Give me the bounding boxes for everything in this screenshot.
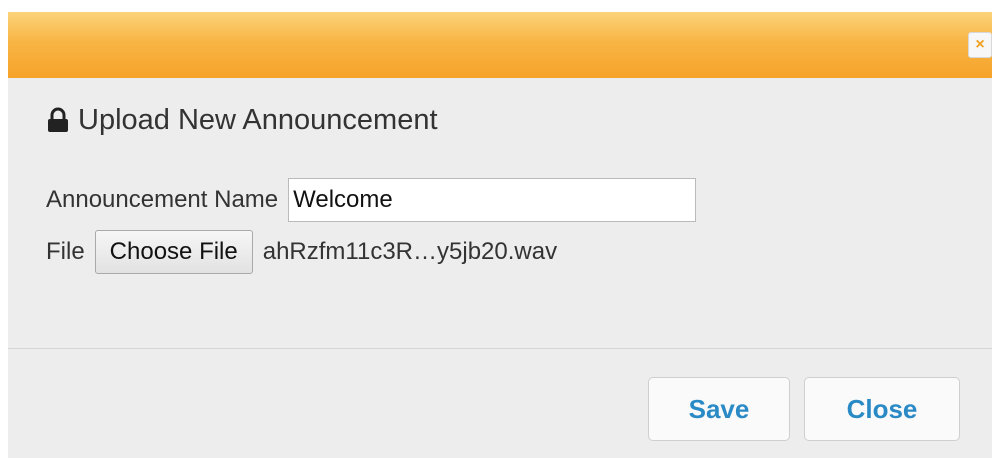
footer-divider xyxy=(8,348,992,349)
dialog-titlebar: × xyxy=(8,12,992,78)
announcement-name-input[interactable] xyxy=(288,178,697,222)
announcement-name-label: Announcement Name xyxy=(46,186,279,213)
dialog-close-icon[interactable]: × xyxy=(968,32,992,58)
upload-announcement-dialog: × Upload New Announcement Announcement N… xyxy=(8,12,992,458)
lock-icon xyxy=(48,107,68,132)
dialog-heading: Upload New Announcement xyxy=(46,98,438,142)
dialog-title: Upload New Announcement xyxy=(78,103,438,136)
choose-file-button[interactable]: Choose File xyxy=(94,230,253,274)
close-button[interactable]: Close xyxy=(804,377,960,441)
announcement-name-row: Announcement Name xyxy=(46,176,697,224)
file-row: File Choose File ahRzfm11c3R…y5jb20.wav xyxy=(46,224,557,280)
file-label: File xyxy=(46,238,85,265)
save-button[interactable]: Save xyxy=(648,377,790,441)
selected-file-name: ahRzfm11c3R…y5jb20.wav xyxy=(262,238,558,265)
